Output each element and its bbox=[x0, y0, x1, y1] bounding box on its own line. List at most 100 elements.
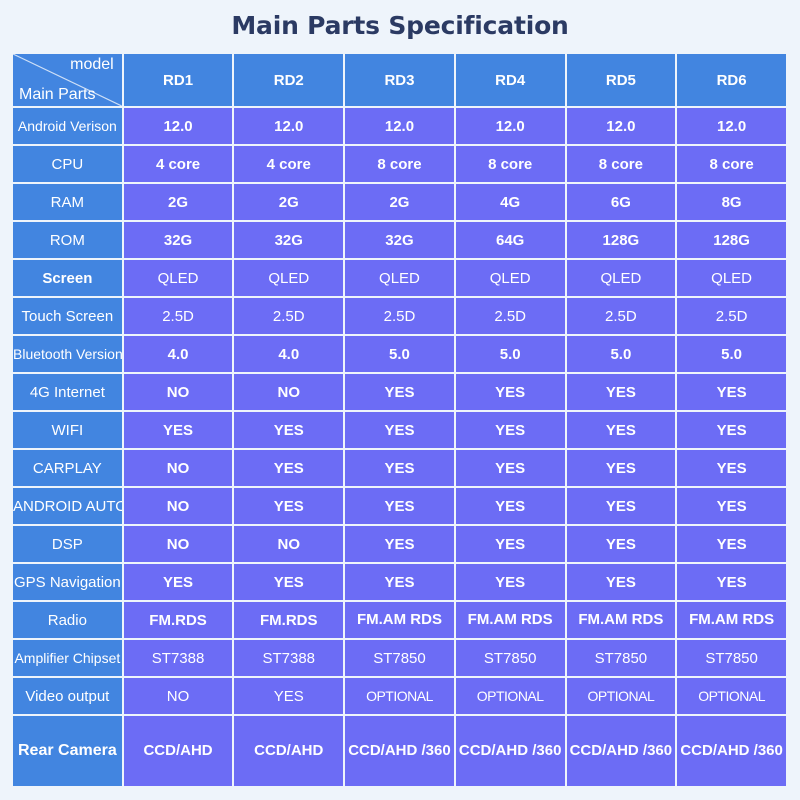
row-label-4g-internet: 4G Internet bbox=[13, 374, 122, 410]
cell-bluetooth-version-rd5: 5.0 bbox=[566, 336, 676, 372]
cell-android-verison-rd4: 12.0 bbox=[455, 108, 565, 144]
cell-4g-internet-rd4: YES bbox=[455, 374, 565, 410]
cell-screen-rd5: QLED bbox=[566, 260, 676, 296]
cell-radio-rd2: FM.RDS bbox=[234, 602, 344, 638]
table-row: 4G Internet NO NO YES YES YES YES bbox=[13, 374, 786, 410]
cell-rear-camera-rd2: CCD/AHD bbox=[234, 716, 344, 786]
cell-radio-rd3: FM.AM RDS bbox=[345, 602, 454, 638]
cell-android-auto-rd4: YES bbox=[455, 488, 565, 524]
cell-touch-screen-rd2: 2.5D bbox=[234, 298, 344, 334]
cell-4g-internet-rd5: YES bbox=[566, 374, 676, 410]
cell-cpu-rd3: 8 core bbox=[345, 146, 454, 182]
cell-wifi-rd6: YES bbox=[677, 412, 786, 448]
cell-wifi-rd2: YES bbox=[234, 412, 344, 448]
table-row: CPU 4 core 4 core 8 core 8 core 8 core 8 core bbox=[13, 146, 786, 182]
row-label-bluetooth-version: Bluetooth Version bbox=[13, 336, 122, 372]
cell-video-output-rd5: OPTIONAL bbox=[566, 678, 676, 714]
cell-wifi-rd1: YES bbox=[123, 412, 233, 448]
table-row: Screen QLED QLED QLED QLED QLED QLED bbox=[13, 260, 786, 296]
cell-video-output-rd4: OPTIONAL bbox=[455, 678, 565, 714]
table-row: ROM 32G 32G 32G 64G 128G 128G bbox=[13, 222, 786, 258]
cell-4g-internet-rd3: YES bbox=[345, 374, 454, 410]
table-row: GPS Navigation YES YES YES YES YES YES bbox=[13, 564, 786, 600]
cell-radio-rd5: FM.AM RDS bbox=[566, 602, 676, 638]
row-label-android-verison: Android Verison bbox=[13, 108, 122, 144]
cell-radio-rd6: FM.AM RDS bbox=[677, 602, 786, 638]
cell-wifi-rd3: YES bbox=[345, 412, 454, 448]
cell-ram-rd3: 2G bbox=[345, 184, 454, 220]
cell-video-output-rd1: NO bbox=[123, 678, 233, 714]
table-row: Video output NO YES OPTIONAL OPTIONAL OPTIONA… bbox=[13, 678, 786, 714]
cell-screen-rd3: QLED bbox=[345, 260, 454, 296]
row-label-touch-screen: Touch Screen bbox=[13, 298, 122, 334]
cell-carplay-rd3: YES bbox=[345, 450, 454, 486]
cell-rom-rd5: 128G bbox=[566, 222, 676, 258]
table-row: Android Verison 12.0 12.0 12.0 12.0 12.0 12.0 bbox=[13, 108, 786, 144]
cell-screen-rd1: QLED bbox=[123, 260, 233, 296]
cell-cpu-rd5: 8 core bbox=[566, 146, 676, 182]
column-header-rd4: RD4 bbox=[455, 54, 565, 106]
column-header-rd2: RD2 bbox=[234, 54, 344, 106]
table-row: Touch Screen 2.5D 2.5D 2.5D 2.5D 2.5D 2.5D bbox=[13, 298, 786, 334]
cell-bluetooth-version-rd4: 5.0 bbox=[455, 336, 565, 372]
cell-android-auto-rd3: YES bbox=[345, 488, 454, 524]
cell-rear-camera-rd3: CCD/AHD /360 bbox=[345, 716, 454, 786]
cell-carplay-rd2: YES bbox=[234, 450, 344, 486]
cell-screen-rd2: QLED bbox=[234, 260, 344, 296]
cell-video-output-rd6: OPTIONAL bbox=[677, 678, 786, 714]
table-header-row: model Main Parts RD1 RD2 RD3 RD4 RD5 RD6 bbox=[13, 54, 786, 106]
cell-radio-rd1: FM.RDS bbox=[123, 602, 233, 638]
cell-touch-screen-rd4: 2.5D bbox=[455, 298, 565, 334]
spec-table-wrapper: model Main Parts RD1 RD2 RD3 RD4 RD5 RD6 Andr… bbox=[11, 52, 788, 788]
corner-model-label: model bbox=[70, 56, 114, 73]
cell-ram-rd5: 6G bbox=[566, 184, 676, 220]
cell-gps-navigation-rd4: YES bbox=[455, 564, 565, 600]
row-label-android-auto: ANDROID AUTO bbox=[13, 488, 122, 524]
cell-bluetooth-version-rd6: 5.0 bbox=[677, 336, 786, 372]
corner-inner: model Main Parts bbox=[13, 54, 122, 106]
cell-cpu-rd1: 4 core bbox=[123, 146, 233, 182]
cell-4g-internet-rd2: NO bbox=[234, 374, 344, 410]
cell-ram-rd1: 2G bbox=[123, 184, 233, 220]
row-label-wifi: WIFI bbox=[13, 412, 122, 448]
row-label-ram: RAM bbox=[13, 184, 122, 220]
table-row: CARPLAY NO YES YES YES YES YES bbox=[13, 450, 786, 486]
cell-dsp-rd2: NO bbox=[234, 526, 344, 562]
cell-dsp-rd1: NO bbox=[123, 526, 233, 562]
table-row: Rear Camera CCD/AHD CCD/AHD CCD/AHD /360 CCD… bbox=[13, 716, 786, 786]
cell-4g-internet-rd1: NO bbox=[123, 374, 233, 410]
cell-android-verison-rd2: 12.0 bbox=[234, 108, 344, 144]
cell-amplifier-chipset-rd3: ST7850 bbox=[345, 640, 454, 676]
cell-cpu-rd6: 8 core bbox=[677, 146, 786, 182]
cell-video-output-rd2: YES bbox=[234, 678, 344, 714]
cell-wifi-rd4: YES bbox=[455, 412, 565, 448]
cell-rom-rd4: 64G bbox=[455, 222, 565, 258]
cell-ram-rd2: 2G bbox=[234, 184, 344, 220]
cell-rom-rd3: 32G bbox=[345, 222, 454, 258]
cell-touch-screen-rd1: 2.5D bbox=[123, 298, 233, 334]
cell-dsp-rd3: YES bbox=[345, 526, 454, 562]
cell-touch-screen-rd3: 2.5D bbox=[345, 298, 454, 334]
cell-touch-screen-rd5: 2.5D bbox=[566, 298, 676, 334]
cell-android-auto-rd5: YES bbox=[566, 488, 676, 524]
column-header-rd6: RD6 bbox=[677, 54, 786, 106]
table-row: RAM 2G 2G 2G 4G 6G 8G bbox=[13, 184, 786, 220]
cell-ram-rd4: 4G bbox=[455, 184, 565, 220]
cell-rear-camera-rd6: CCD/AHD /360 bbox=[677, 716, 786, 786]
table-row: Amplifier Chipset ST7388 ST7388 ST7850 ST785… bbox=[13, 640, 786, 676]
column-header-rd5: RD5 bbox=[566, 54, 676, 106]
cell-touch-screen-rd6: 2.5D bbox=[677, 298, 786, 334]
table-row: DSP NO NO YES YES YES YES bbox=[13, 526, 786, 562]
table-row: Bluetooth Version 4.0 4.0 5.0 5.0 5.0 5.0 bbox=[13, 336, 786, 372]
cell-radio-rd4: FM.AM RDS bbox=[455, 602, 565, 638]
cell-android-auto-rd2: YES bbox=[234, 488, 344, 524]
cell-dsp-rd4: YES bbox=[455, 526, 565, 562]
cell-carplay-rd5: YES bbox=[566, 450, 676, 486]
row-label-cpu: CPU bbox=[13, 146, 122, 182]
row-label-rom: ROM bbox=[13, 222, 122, 258]
cell-screen-rd4: QLED bbox=[455, 260, 565, 296]
table-row: WIFI YES YES YES YES YES YES bbox=[13, 412, 786, 448]
column-header-rd1: RD1 bbox=[123, 54, 233, 106]
cell-rear-camera-rd4: CCD/AHD /360 bbox=[455, 716, 565, 786]
cell-rom-rd1: 32G bbox=[123, 222, 233, 258]
